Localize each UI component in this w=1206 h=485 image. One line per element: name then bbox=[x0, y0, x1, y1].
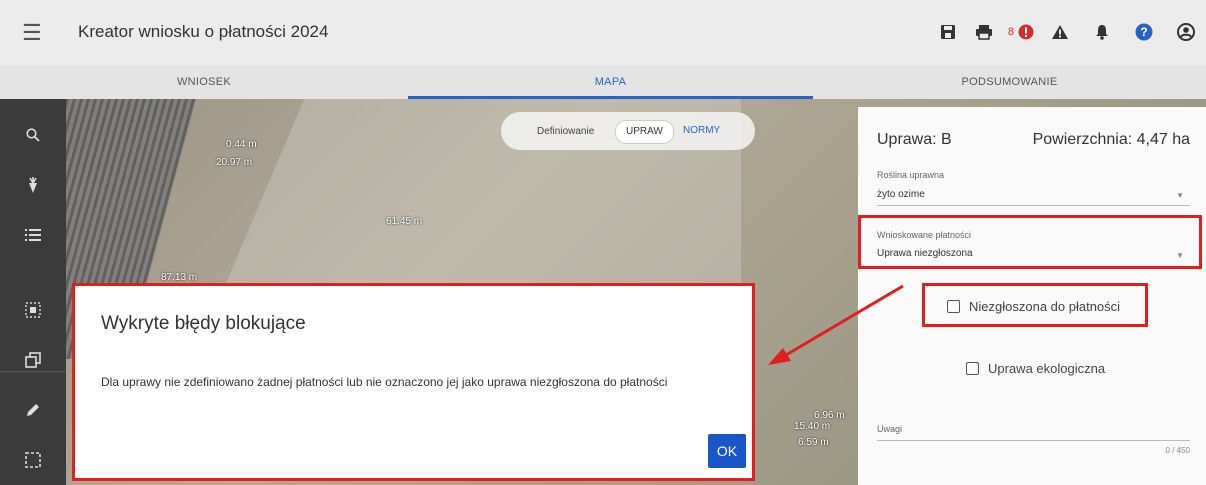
toggle-option-normy[interactable]: NORMY bbox=[673, 120, 730, 142]
menu-icon[interactable]: ☰ bbox=[22, 22, 42, 44]
toggle-label: Definiowanie bbox=[537, 126, 595, 137]
dialog-title: Wykryte błędy blokujące bbox=[101, 313, 306, 334]
unreported-checkbox-label: Niezgłoszona do płatności bbox=[969, 299, 1121, 314]
list-icon[interactable] bbox=[21, 223, 45, 247]
map-measure-label: 6.59 m bbox=[798, 437, 829, 448]
edit-icon[interactable] bbox=[21, 398, 45, 422]
checkbox-icon[interactable] bbox=[966, 362, 979, 375]
plant-label: Roślina uprawna bbox=[877, 170, 945, 180]
bell-icon[interactable] bbox=[1090, 20, 1114, 44]
payments-highlight-box bbox=[858, 215, 1202, 269]
map-measure-label: 0.44 m bbox=[226, 139, 257, 150]
unreported-checkbox[interactable]: Niezgłoszona do płatności bbox=[947, 299, 1120, 314]
tab-podsumowanie[interactable]: PODSUMOWANIE bbox=[813, 65, 1206, 99]
copy-icon[interactable] bbox=[21, 348, 45, 372]
toggle-option-upraw[interactable]: UPRAW bbox=[615, 120, 674, 144]
error-indicator[interactable]: 8 bbox=[1008, 20, 1034, 44]
crop-title: Uprawa: B bbox=[877, 131, 952, 148]
crop-details-panel: Uprawa: B Powierzchnia: 4,47 ha Roślina … bbox=[858, 107, 1206, 485]
select-icon[interactable] bbox=[21, 298, 45, 322]
help-icon[interactable]: ? bbox=[1132, 20, 1156, 44]
save-icon[interactable] bbox=[936, 20, 960, 44]
checkbox-icon[interactable] bbox=[947, 300, 960, 313]
crop-area: Powierzchnia: 4,47 ha bbox=[1032, 131, 1190, 148]
notes-label: Uwagi bbox=[877, 424, 903, 434]
plant-select[interactable]: żyto ozime bbox=[877, 189, 925, 200]
dialog-message: Dla uprawy nie zdefiniowano żadnej płatn… bbox=[101, 375, 668, 389]
map-measure-label: 61.45 m bbox=[386, 216, 423, 227]
blocking-errors-dialog: Wykryte błędy blokujące Dla uprawy nie z… bbox=[72, 283, 755, 481]
tab-wniosek[interactable]: WNIOSEK bbox=[0, 65, 408, 99]
map-measure-label: 15.40 m bbox=[794, 421, 831, 432]
app-header: ☰ Kreator wniosku o płatności 2024 8 ? bbox=[0, 0, 1206, 65]
header-actions: 8 ? bbox=[936, 20, 1206, 44]
organic-checkbox[interactable]: Uprawa ekologiczna bbox=[966, 361, 1105, 376]
carrot-icon[interactable] bbox=[21, 173, 45, 197]
tab-mapa[interactable]: MAPA bbox=[408, 65, 813, 99]
app-title: Kreator wniosku o płatności 2024 bbox=[78, 22, 329, 41]
plant-field-underline bbox=[877, 205, 1190, 206]
payments-label: Wnioskowane płatności bbox=[877, 230, 972, 240]
definition-toggle: Definiowanie UPRAW NORMY bbox=[501, 112, 755, 150]
chevron-down-icon[interactable]: ▼ bbox=[1176, 251, 1184, 260]
account-icon[interactable] bbox=[1174, 20, 1198, 44]
search-icon[interactable] bbox=[21, 123, 45, 147]
chevron-down-icon[interactable]: ▼ bbox=[1176, 191, 1184, 200]
map-toolbar bbox=[0, 99, 66, 485]
notes-counter: 0 / 450 bbox=[1165, 446, 1190, 455]
notes-input[interactable] bbox=[877, 440, 1190, 441]
map-measure-label: 87.13 m bbox=[161, 272, 198, 283]
area-select-icon[interactable] bbox=[21, 448, 45, 472]
map-measure-label: 6.96 m bbox=[814, 410, 845, 421]
error-icon bbox=[1018, 24, 1034, 40]
error-count: 8 bbox=[1007, 26, 1014, 38]
svg-text:?: ? bbox=[1140, 25, 1147, 39]
map-measure-label: 20.97 m bbox=[216, 157, 253, 168]
payments-select[interactable]: Uprawa niezgłoszona bbox=[877, 248, 973, 259]
ok-button[interactable]: OK bbox=[708, 434, 746, 468]
warning-icon[interactable] bbox=[1048, 20, 1072, 44]
tab-bar: WNIOSEK MAPA PODSUMOWANIE bbox=[0, 65, 1206, 99]
print-icon[interactable] bbox=[972, 20, 996, 44]
organic-checkbox-label: Uprawa ekologiczna bbox=[988, 361, 1106, 376]
